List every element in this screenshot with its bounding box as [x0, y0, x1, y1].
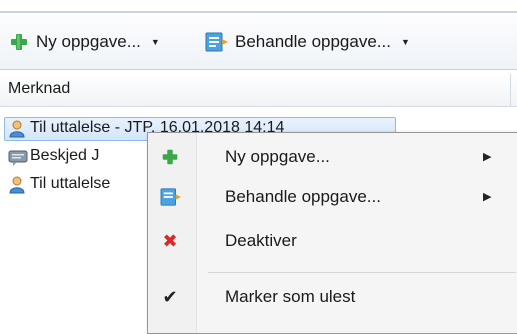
green-plus-icon — [8, 31, 30, 53]
menu-separator — [208, 272, 516, 273]
new-task-label: Ny oppgave... — [36, 32, 141, 51]
menu-item-label: Deaktiver — [225, 231, 297, 250]
person-icon — [8, 176, 26, 194]
menu-item-mark-unread[interactable]: ✔ Marker som ulest — [148, 277, 517, 317]
red-x-icon: ✖ — [162, 231, 178, 251]
process-task-button[interactable]: Behandle oppgave... ▼ — [205, 27, 410, 57]
row-text: Beskjed J — [30, 147, 100, 164]
process-task-icon — [160, 187, 181, 207]
menu-item-label: Behandle oppgave... — [225, 187, 381, 206]
window-top-border — [0, 0, 517, 14]
menu-item-deactivate[interactable]: ✖ Deaktiver — [148, 221, 517, 261]
column-divider[interactable] — [510, 74, 511, 106]
process-task-icon — [205, 31, 229, 53]
green-plus-icon — [160, 147, 180, 167]
row-text: Til uttalelse — [30, 175, 111, 192]
new-task-button[interactable]: Ny oppgave... ▼ — [8, 27, 160, 57]
person-icon — [8, 120, 26, 138]
menu-item-process-task[interactable]: Behandle oppgave... ▶ — [148, 177, 517, 217]
checkmark-icon: ✔ — [162, 287, 178, 307]
menu-item-new-task[interactable]: Ny oppgave... ▶ — [148, 137, 517, 177]
context-menu: Ny oppgave... ▶ Behandle oppgave... ▶ ✖ … — [147, 132, 517, 334]
submenu-arrow-icon: ▶ — [483, 191, 492, 203]
message-icon — [8, 148, 28, 166]
chevron-down-icon[interactable]: ▼ — [151, 37, 160, 47]
process-task-label: Behandle oppgave... — [235, 32, 391, 51]
toolbar: Ny oppgave... ▼ Behandle oppgave... ▼ — [0, 14, 517, 70]
submenu-arrow-icon: ▶ — [483, 151, 492, 163]
chevron-down-icon[interactable]: ▼ — [401, 37, 410, 47]
table-header: Merknad — [0, 74, 517, 107]
menu-item-label: Marker som ulest — [225, 287, 356, 306]
menu-item-label: Ny oppgave... — [225, 147, 330, 166]
column-header-merknad[interactable]: Merknad — [8, 80, 70, 98]
